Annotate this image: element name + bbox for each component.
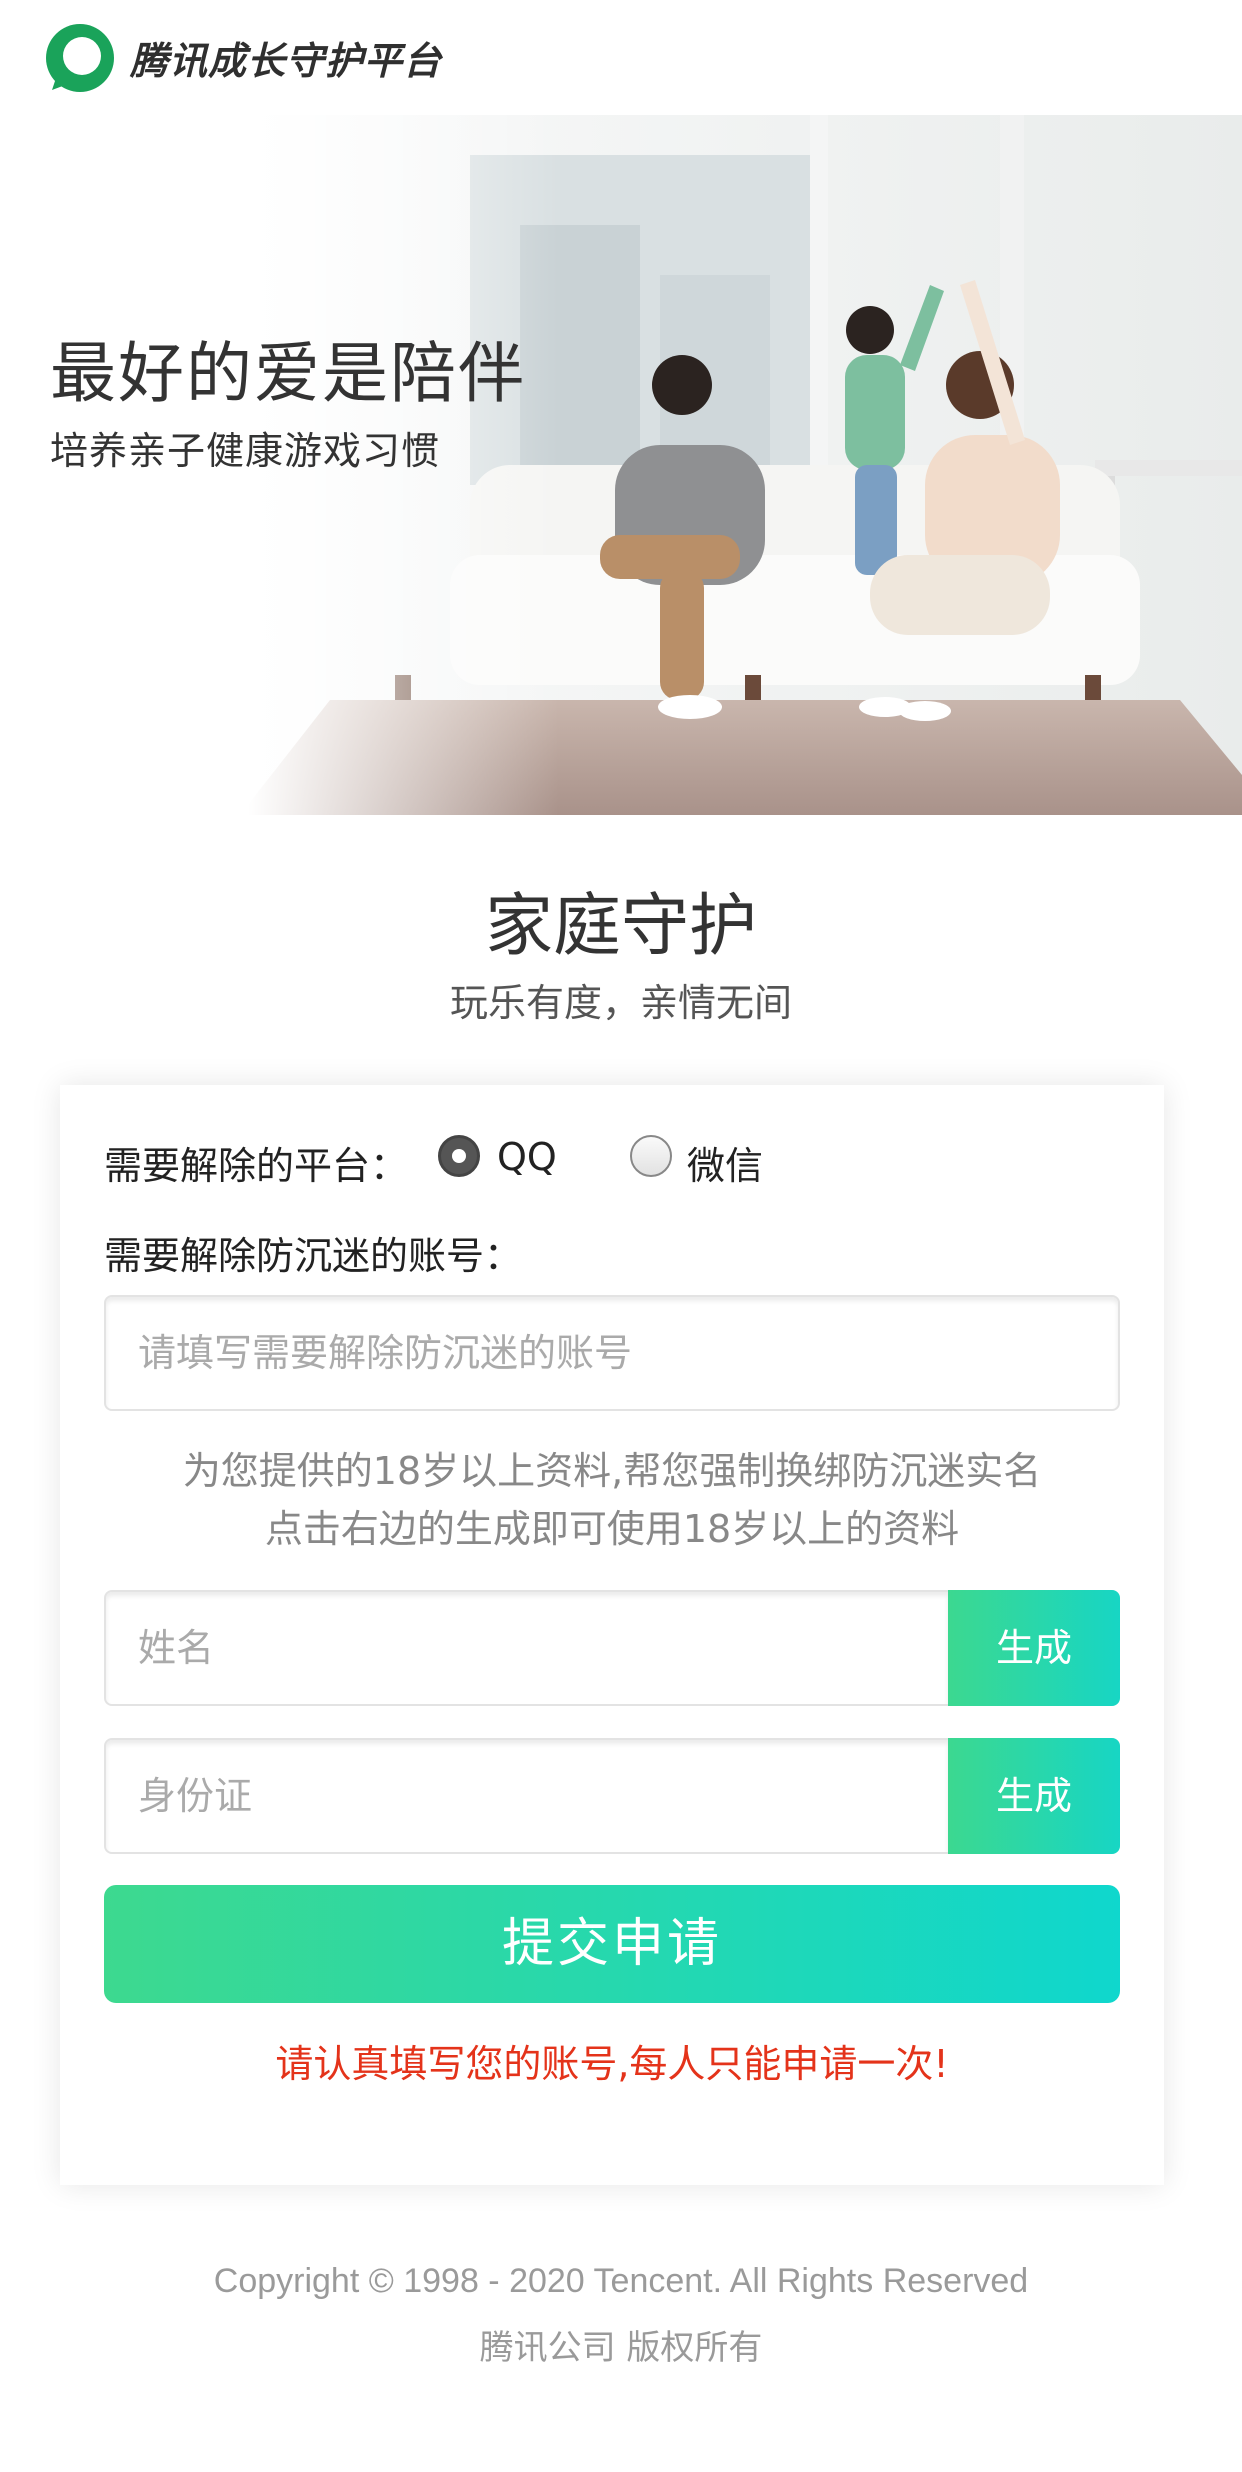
wechat-radio-label[interactable]: 微信 [687,1135,763,1190]
hero-banner: 最好的爱是陪伴 培养亲子健康游戏习惯 [0,115,1242,815]
hint-line-2: 点击右边的生成即可使用18岁以上的资料 [264,1507,960,1551]
warning-text: 请认真填写您的账号,每人只能申请一次! [275,2042,949,2086]
id-card-input[interactable]: 身份证 [104,1738,950,1854]
hint-line-1: 为您提供的18岁以上资料,帮您强制换绑防沉迷实名 [182,1449,1042,1493]
tencent-growth-logo-icon [46,24,114,92]
platform-label: 需要解除的平台： [104,1144,409,1188]
wechat-radio-button[interactable] [630,1135,672,1177]
account-label: 需要解除防沉迷的账号： [104,1234,523,1278]
generate-id-button[interactable]: 生成 [948,1738,1120,1854]
unlock-form-card: 需要解除的平台： QQ 微信 需要解除防沉迷的账号： 请填写需要解除防沉迷的账号… [60,1085,1164,2185]
top-bar: 腾讯成长守护平台 [0,0,1242,115]
name-input[interactable]: 姓名 [104,1590,950,1706]
logo-text: 腾讯成长守护平台 [130,39,443,83]
account-input[interactable]: 请填写需要解除防沉迷的账号 [104,1295,1120,1411]
page-subtitle: 玩乐有度，亲情无间 [449,981,792,1025]
company-text: 腾讯公司 版权所有 [479,2328,763,2368]
submit-application-button[interactable]: 提交申请 [104,1885,1120,2003]
qq-radio-label[interactable]: QQ [497,1135,557,1179]
page-title: 家庭守护 [484,887,757,966]
qq-radio-button[interactable] [438,1135,480,1177]
generate-name-button[interactable]: 生成 [948,1590,1120,1706]
copyright-text: Copyright © 1998 - 2020 Tencent. All Rig… [213,2262,1029,2300]
hero-subtitle: 培养亲子健康游戏习惯 [50,429,441,473]
hero-title: 最好的爱是陪伴 [50,335,526,412]
